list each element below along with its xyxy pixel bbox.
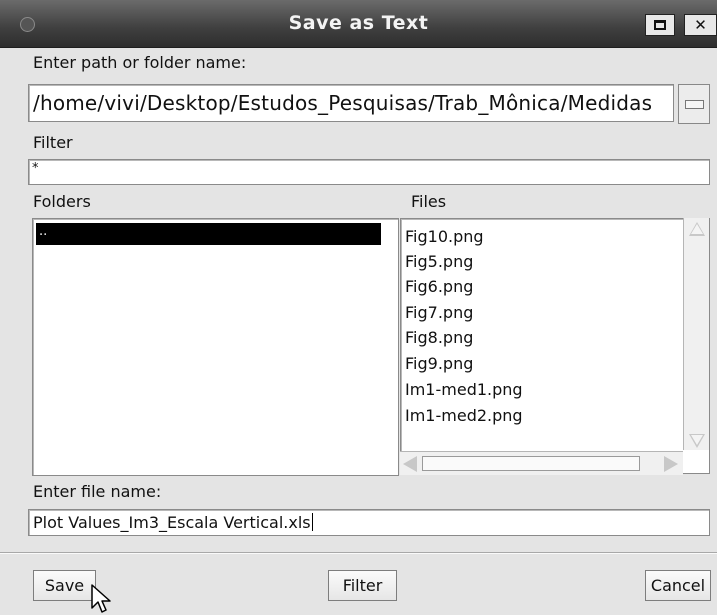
files-vertical-scrollbar[interactable] [683,218,709,450]
filter-button[interactable]: Filter [328,570,397,601]
file-name-value: Plot Values_Im3_Escala Vertical.xls [33,513,311,532]
files-horizontal-scrollbar[interactable] [400,451,683,475]
folders-label: Folders [33,192,91,211]
divider [0,552,717,554]
files-list[interactable]: Fig10.png Fig5.png Fig6.png Fig7.png Fig… [400,218,710,474]
path-input[interactable]: /home/vivi/Desktop/Estudos_Pesquisas/Tra… [28,84,674,122]
save-button[interactable]: Save [33,570,96,601]
file-item[interactable]: Fig5.png [405,252,473,271]
maximize-icon[interactable] [645,14,675,36]
filter-label: Filter [33,133,73,152]
folder-item-parent[interactable]: .. [36,223,381,245]
file-name-input[interactable]: Plot Values_Im3_Escala Vertical.xls [28,509,710,536]
file-item[interactable]: Im1-med2.png [405,406,523,425]
folders-list[interactable]: .. [32,218,399,476]
text-caret [311,513,313,531]
file-item[interactable]: Fig10.png [405,227,484,246]
horizontal-scroll-thumb[interactable] [422,456,640,471]
file-item[interactable]: Fig7.png [405,303,473,322]
mouse-pointer-icon [91,584,111,613]
scroll-down-arrow-icon[interactable] [689,434,705,448]
files-label: Files [411,192,447,211]
file-item[interactable]: Im1-med1.png [405,380,523,399]
cancel-button[interactable]: Cancel [645,570,711,601]
browse-icon [685,100,704,109]
window-title: Save as Text [288,12,429,34]
title-bar[interactable]: Save as Text ✕ [0,0,717,48]
file-name-label: Enter file name: [33,482,162,501]
filter-input[interactable]: * [28,159,710,185]
path-browse-button[interactable] [678,84,710,124]
scroll-up-arrow-icon[interactable] [689,222,705,236]
scroll-left-arrow-icon[interactable] [403,456,417,472]
close-icon[interactable]: ✕ [684,14,717,36]
file-item[interactable]: Fig6.png [405,277,473,296]
scroll-right-arrow-icon[interactable] [664,456,678,472]
file-item[interactable]: Fig9.png [405,354,473,373]
path-label: Enter path or folder name: [33,53,247,72]
file-item[interactable]: Fig8.png [405,328,473,347]
